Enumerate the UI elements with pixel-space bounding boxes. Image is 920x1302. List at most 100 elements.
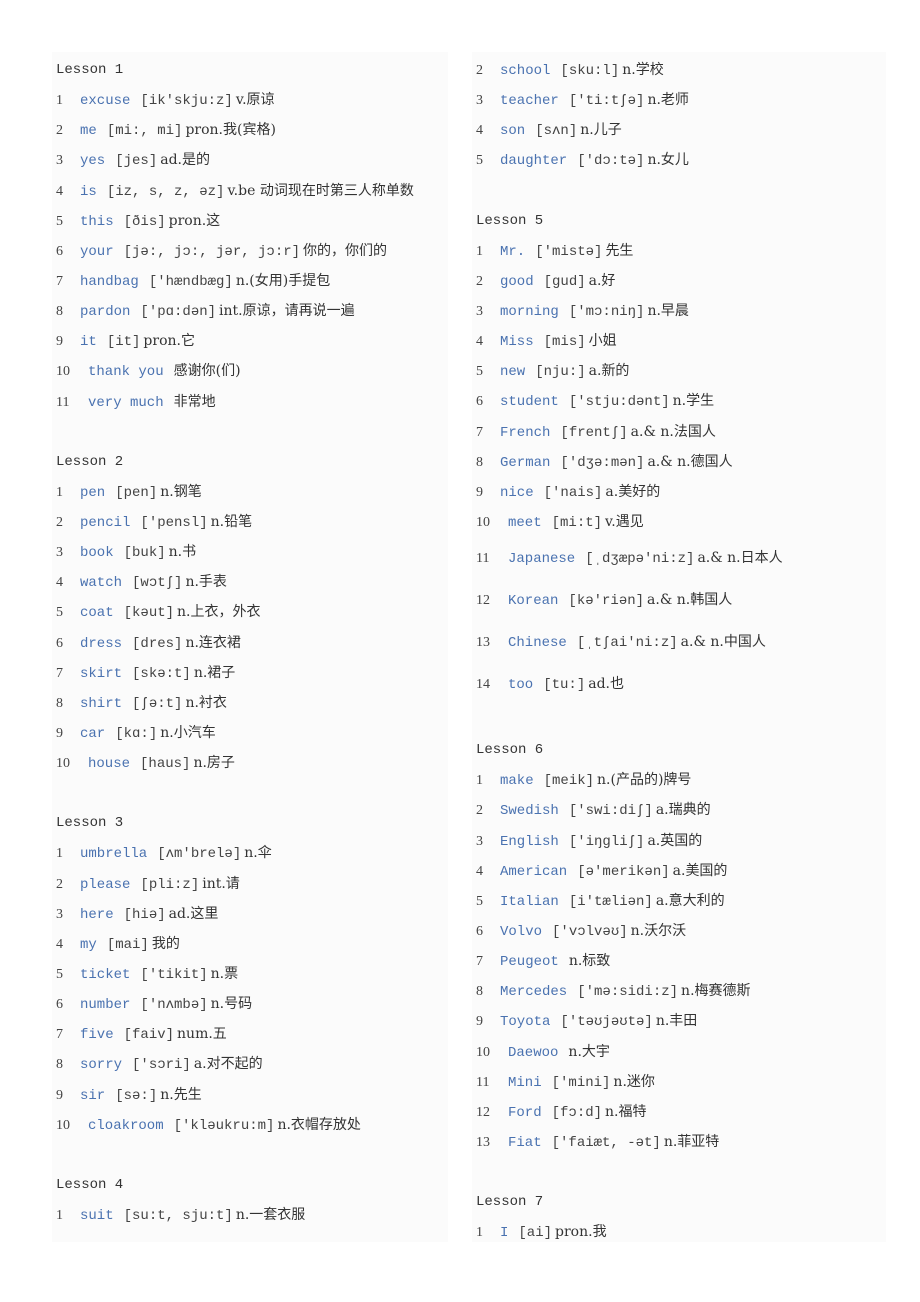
entry-phonetic: ['təʊjəʊtə] (560, 1014, 653, 1031)
entry-number: 12 (476, 1104, 490, 1120)
entry-definition: n.梅赛德斯 (681, 983, 751, 1000)
entry-number: 2 (476, 63, 483, 78)
entry-phonetic: [mis] (543, 334, 586, 351)
vocab-entry: 5 daughter ['dɔ:tə] n.女儿 (472, 145, 886, 175)
entry-number: 5 (476, 364, 483, 380)
vocab-entry: 3 English ['iŋgliʃ] a.英国的 (472, 826, 886, 856)
entry-definition: n.小汽车 (160, 724, 216, 741)
entry-definition: v.原谅 (235, 92, 275, 109)
entry-phonetic: ['tikit] (140, 966, 208, 983)
entry-definition: 你的，你们的 (303, 242, 388, 259)
vocab-column-right: 2 school [sku:l] n.学校 3 teacher ['ti:tʃə] n.老师 4… (472, 52, 886, 1242)
entry-phonetic: [faiv] (123, 1027, 175, 1044)
entry-definition: n.儿子 (580, 122, 622, 139)
entry-word: Japanese (508, 551, 576, 568)
entry-definition: n.连衣裙 (185, 634, 241, 651)
entry-phonetic: ['mɔ:niŋ] (568, 303, 645, 320)
entry-number: 10 (56, 364, 70, 380)
entry-word: excuse (80, 93, 131, 110)
entry-definition: int.请 (202, 875, 240, 892)
entry-phonetic: [mi:, mi] (106, 123, 183, 140)
entry-phonetic: [pen] (115, 484, 158, 501)
vocab-entry: 13 Fiat ['faiæt, -ət] n.菲亚特 (472, 1127, 886, 1157)
entry-definition: a.& n.韩国人 (647, 592, 733, 609)
vocab-entry: 12 Ford [fɔ:d] n.福特 (472, 1097, 886, 1127)
entry-phonetic: ['hændbæg] (148, 273, 233, 290)
entry-definition: pron.这 (168, 212, 221, 229)
entry-phonetic: ['dɔ:tə] (577, 153, 645, 170)
entry-number: 9 (476, 484, 483, 500)
vocab-entry: 1 excuse [ik'skju:z] v.原谅 (52, 85, 448, 115)
lesson-heading: Lesson 7 (476, 1194, 544, 1211)
entry-number: 1 (56, 484, 63, 500)
entry-phonetic: [ðis] (123, 213, 166, 230)
entry-word: Peugeot (500, 954, 559, 971)
entry-phonetic: [ə'merikən] (577, 863, 670, 880)
entry-definition: n.老师 (647, 92, 689, 109)
entry-number: 8 (476, 454, 483, 470)
entry-word: please (80, 876, 131, 893)
vocab-entry: 10 Daewoo n.大宇 (472, 1037, 886, 1067)
entry-word: Mercedes (500, 984, 568, 1001)
vocab-entry: 3 book [buk] n.书 (52, 537, 448, 567)
entry-word: number (80, 997, 131, 1014)
entry-word: sorry (80, 1057, 123, 1074)
entry-definition: n.号码 (210, 996, 253, 1013)
entry-number: 10 (476, 514, 490, 530)
entry-definition: n.书 (168, 544, 197, 561)
vocab-entry: 10 meet [mi:t] v.遇见 (472, 507, 886, 537)
entry-word: make (500, 773, 534, 790)
entry-definition: a.新的 (588, 363, 630, 380)
vocab-entry: 1 Mr. ['mistə] 先生 (472, 236, 886, 266)
entry-definition: n.钢笔 (160, 483, 202, 500)
vocab-entry: 10 house [haus] n.房子 (52, 748, 448, 778)
entry-phonetic: [meik] (543, 773, 595, 790)
entry-phonetic: [kə'riən] (568, 593, 645, 610)
entry-word: house (88, 756, 131, 773)
entry-word: Swedish (500, 803, 559, 820)
entry-number: 7 (476, 954, 483, 970)
entry-phonetic: ['nais] (543, 484, 603, 501)
lesson-heading: Lesson 5 (476, 212, 544, 229)
entry-word: daughter (500, 153, 568, 170)
entry-word: English (500, 833, 559, 850)
entry-phonetic: [jes] (115, 153, 158, 170)
entry-number: 11 (476, 551, 490, 567)
entry-word: morning (500, 303, 559, 320)
entry-word: student (500, 394, 559, 411)
vocab-entry: 4 son [sʌn] n.儿子 (472, 115, 886, 145)
entry-definition: 感谢你(们) (173, 363, 241, 380)
entry-word: Mini (508, 1074, 542, 1091)
entry-number: 4 (476, 334, 483, 350)
entry-word: skirt (80, 665, 123, 682)
entry-definition: n.丰田 (655, 1013, 698, 1030)
entry-word: good (500, 273, 534, 290)
vocab-entry: 4 my [mai] 我的 (52, 929, 448, 959)
entry-number: 8 (56, 304, 63, 320)
entry-phonetic: [it] (106, 334, 141, 351)
entry-phonetic: ['vɔlvəʊ] (552, 923, 628, 940)
entry-number: 1 (56, 846, 63, 862)
vocab-entry: 11 Japanese [ˌdʒæpə'ni:z] a.& n.日本人 (472, 537, 886, 579)
entry-number: 2 (56, 876, 63, 892)
vocab-entry: 1 make [meik] n.(产品的)牌号 (472, 765, 886, 795)
entry-number: 1 (56, 93, 63, 109)
vocab-entry: 13 Chinese [ˌtʃai'ni:z] a.& n.中国人 (472, 621, 886, 663)
vocab-entry: 6 student ['stju:dənt] n.学生 (472, 386, 886, 416)
entry-definition: num.五 (177, 1026, 227, 1043)
vocab-entry: 3 here [hiə] ad.这里 (52, 899, 448, 929)
entry-phonetic: [sə:] (115, 1087, 158, 1104)
entry-word: very much (88, 394, 164, 411)
vocab-column-left: Lesson 1 1 excuse [ik'skju:z] v.原谅 2 me [mi:, m… (52, 52, 448, 1242)
vocab-entry: 5 coat [kəut] n.上衣，外衣 (52, 597, 448, 627)
entry-number: 2 (56, 514, 63, 530)
entry-phonetic: [ˌtʃai'ni:z] (576, 635, 678, 652)
entry-phonetic: [ik'skju:z] (140, 93, 233, 110)
entry-word: handbag (80, 273, 139, 290)
vocab-entry: 3 yes [jes] ad.是的 (52, 145, 448, 175)
lesson-heading: Lesson 4 (56, 1176, 124, 1193)
entry-number: 4 (56, 936, 63, 952)
entry-word: suit (80, 1207, 114, 1224)
lesson-heading: Lesson 3 (56, 815, 124, 832)
